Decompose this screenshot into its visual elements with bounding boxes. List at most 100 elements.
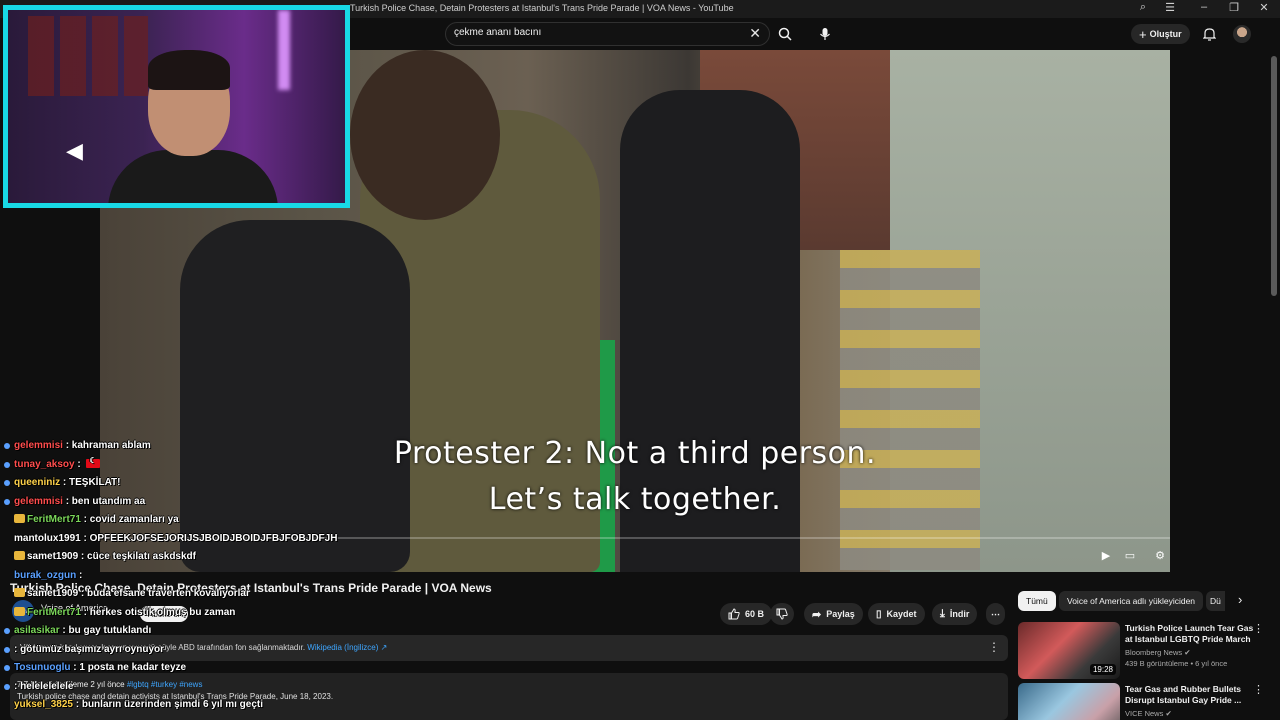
recommendation-item[interactable]: 19:28 Turkish Police Launch Tear Gas at … — [1018, 622, 1268, 682]
chat-username: gelemmisi — [14, 495, 63, 507]
chat-text: : cüce teşkilatı askdskdf — [78, 551, 196, 562]
captions-icon[interactable]: ▭ — [1120, 547, 1140, 563]
chat-text: : kahraman ablam — [62, 440, 151, 451]
menu-icon[interactable]: ☰ — [1162, 1, 1178, 14]
chat-username: gelemmisi — [14, 440, 63, 451]
subtitle-line-1: Protester 2: Not a third person. — [393, 436, 877, 471]
search-input[interactable]: çekme ananı bacını — [454, 27, 541, 38]
scrollbar-thumb[interactable] — [1271, 56, 1277, 296]
chat-badge-icon — [4, 665, 10, 671]
video-frame-stairs — [840, 250, 980, 570]
chat-message: queeniniz : TEŞKİLAT! — [4, 477, 121, 488]
chat-emote-icon — [14, 551, 25, 560]
share-icon: ➦ — [812, 608, 822, 621]
chat-username: Tosunuoglu — [14, 662, 71, 673]
recommendation-title[interactable]: Tear Gas and Rubber Bullets Disrupt Ista… — [1125, 684, 1255, 706]
settings-icon[interactable]: ⚙ — [1150, 547, 1170, 563]
share-button[interactable]: ➦ Paylaş — [804, 603, 863, 625]
hashtags[interactable]: #lgbtq #turkey #news — [127, 680, 203, 689]
chat-text: : götümüz başımız ayrı oynuyor — [14, 643, 165, 655]
subtitle-line-2: Let’s talk together. — [488, 482, 782, 517]
like-button[interactable]: 60 B — [720, 603, 773, 625]
notifications-button[interactable] — [1200, 24, 1218, 44]
chat-message: FeritMert71 : herkes otistik olmuş bu za… — [4, 606, 235, 618]
recommendation-channel-name: VICE News — [1125, 709, 1164, 718]
chat-username: FeritMert71 — [27, 606, 81, 618]
chat-text: : buda efsane traverten kovalıyorlar — [78, 588, 250, 599]
wikipedia-link[interactable]: Wikipedia (İngilizce) ↗ — [307, 643, 387, 652]
chat-text: : 1 posta ne kadar teyze — [70, 662, 187, 673]
search-icon — [778, 27, 792, 41]
page-scrollbar[interactable] — [1270, 50, 1278, 720]
webcam-wall-frames — [28, 16, 148, 96]
chat-emote-icon — [14, 606, 25, 616]
search-icon[interactable]: ⌕ — [1135, 1, 1151, 14]
webcam-light-strip — [278, 10, 290, 90]
autoplay-toggle-icon[interactable]: ▶ — [1096, 547, 1116, 563]
chat-badge-icon — [4, 646, 10, 653]
download-button[interactable]: ⤓ İndir — [932, 603, 978, 625]
chat-message: gelemmisi : kahraman ablam — [4, 440, 151, 451]
more-vertical-icon[interactable]: ⋮ — [1253, 683, 1264, 696]
chip-from-uploader[interactable]: Voice of America adlı yükleyiciden — [1059, 591, 1204, 611]
close-button[interactable]: ✕ — [1256, 1, 1272, 14]
share-label: Paylaş — [826, 609, 855, 619]
streamer-webcam: ◀ — [3, 5, 350, 208]
chat-badge-icon — [4, 480, 10, 486]
save-button[interactable]: ▯ Kaydet — [868, 603, 925, 625]
chat-text: : helelelelele — [14, 680, 74, 692]
chat-message: asilasikar : bu gay tutuklandı — [4, 625, 151, 636]
recommendation-thumbnail[interactable]: 19:28 — [1018, 622, 1120, 679]
chat-username: FeritMert71 — [27, 514, 81, 525]
video-frame-hair — [350, 50, 500, 220]
chip-all[interactable]: Tümü — [1018, 591, 1056, 611]
create-button[interactable]: + Oluştur — [1131, 24, 1190, 44]
more-actions-button[interactable]: ⋯ — [986, 603, 1005, 625]
chat-badge-icon — [4, 628, 10, 634]
maximize-button[interactable]: ❐ — [1226, 1, 1242, 14]
more-vertical-icon[interactable]: ⋮ — [988, 640, 1000, 654]
chat-text: : covid zamanları ya — [80, 514, 179, 525]
chat-username: asilasikar — [14, 625, 60, 636]
save-label: Kaydet — [886, 609, 917, 619]
chat-username: queeniniz — [14, 477, 61, 488]
search-button[interactable] — [770, 22, 800, 46]
account-avatar[interactable] — [1233, 25, 1251, 43]
recommendation-thumbnail[interactable] — [1018, 683, 1120, 720]
plus-icon: + — [1139, 26, 1147, 42]
chevron-right-icon[interactable]: › — [1238, 592, 1242, 607]
chat-badge-icon — [4, 443, 10, 449]
bell-icon — [1202, 28, 1216, 41]
recommendation-channel-name: Bloomberg News — [1125, 648, 1183, 657]
recommendation-channel: VICE News ✔ — [1125, 709, 1172, 718]
video-description[interactable]: 7,7 Mn görüntüleme 2 yıl önce #lgbtq #tu… — [10, 673, 1008, 720]
back-arrow-icon: ◀ — [66, 138, 83, 163]
chip-other[interactable]: Dü — [1206, 591, 1225, 611]
chat-username: yuksel_3825 — [14, 699, 73, 710]
turkey-flag-icon — [86, 456, 101, 468]
voice-search-button[interactable] — [813, 22, 837, 46]
chat-message: tunay_aksoy : — [4, 456, 101, 470]
chat-text: : OPFEEKJOFSEJORIJSJBOIDJBOIDJFBJFOBJDFJ… — [80, 532, 338, 544]
chat-username: samet1909 — [27, 551, 79, 562]
clear-search-icon[interactable]: ✕ — [749, 25, 761, 42]
verified-icon: ✔ — [1184, 648, 1191, 657]
window-title: Turkish Police Chase, Detain Protesters … — [350, 3, 734, 13]
chat-message: yuksel_3825 : bunların üzerinden şimdi 6… — [4, 699, 263, 710]
recommendation-channel: Bloomberg News ✔ — [1125, 648, 1191, 657]
dislike-button[interactable] — [770, 603, 794, 625]
chat-message: Tosunuoglu : 1 posta ne kadar teyze — [4, 662, 186, 673]
more-vertical-icon[interactable]: ⋮ — [1253, 622, 1264, 635]
recommendation-title[interactable]: Turkish Police Launch Tear Gas at Istanb… — [1125, 623, 1255, 645]
video-frame-backpack — [180, 220, 410, 572]
minimize-button[interactable]: – — [1196, 1, 1212, 13]
recommendation-item[interactable]: Tear Gas and Rubber Bullets Disrupt Ista… — [1018, 683, 1268, 720]
chat-badge-icon — [4, 461, 10, 468]
chat-username: tunay_aksoy — [14, 458, 75, 470]
thumbs-up-icon — [728, 608, 740, 620]
chat-badge-icon — [4, 498, 10, 505]
chat-text: : ben utandım aa — [62, 495, 146, 507]
search-box[interactable]: çekme ananı bacını ✕ — [445, 22, 770, 46]
chat-text: : TEŞKİLAT! — [60, 477, 121, 488]
chat-text: : — [74, 458, 84, 470]
